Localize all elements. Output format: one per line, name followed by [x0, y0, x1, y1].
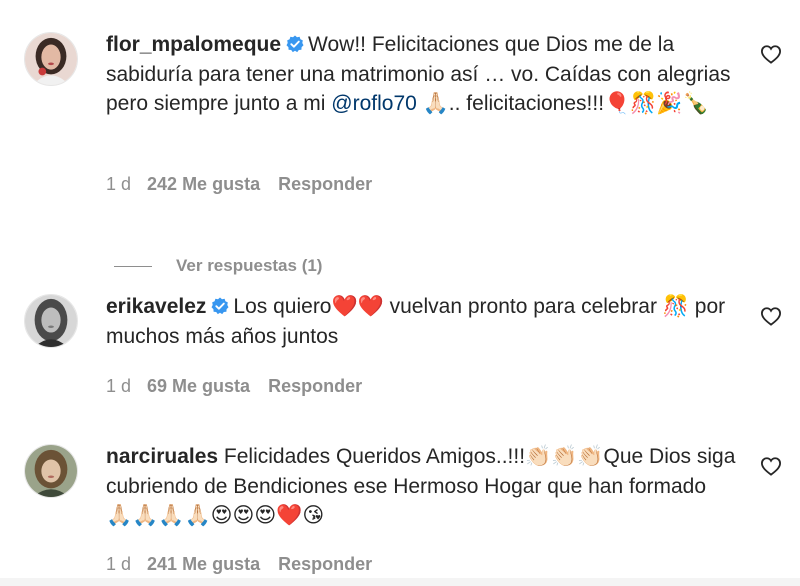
- verified-badge-icon: [211, 297, 229, 315]
- view-replies-label: Ver respuestas (1): [176, 256, 323, 275]
- heart-outline-icon: [760, 307, 782, 326]
- avatar[interactable]: [24, 444, 78, 498]
- like-button[interactable]: [760, 456, 782, 476]
- comment-meta: 1 d 241 Me gusta Responder: [106, 554, 390, 575]
- timestamp[interactable]: 1 d: [106, 376, 131, 396]
- heart-outline-icon: [760, 45, 782, 64]
- avatar[interactable]: [24, 294, 78, 348]
- reply-button[interactable]: Responder: [278, 554, 372, 574]
- view-replies-button[interactable]: Ver respuestas (1): [114, 256, 322, 276]
- comment-text-tail: 🙏🏻.. felicitaciones!!!🎈🎊🎉🍾: [422, 92, 709, 115]
- timestamp[interactable]: 1 d: [106, 554, 131, 574]
- username[interactable]: flor_mpalomeque: [106, 33, 281, 56]
- comment-body: flor_mpalomeque Wow!! Felicitaciones que …: [106, 30, 736, 119]
- comment-meta: 1 d 242 Me gusta Responder: [106, 174, 390, 195]
- comment-body: erikavelez Los quiero❤️❤️ vuelvan pronto …: [106, 292, 736, 351]
- replies-divider: [114, 266, 152, 268]
- comment-body: narciruales Felicidades Queridos Amigos.…: [106, 442, 736, 531]
- comments-list: flor_mpalomeque Wow!! Felicitaciones que …: [0, 0, 800, 586]
- reply-button[interactable]: Responder: [268, 376, 362, 396]
- avatar[interactable]: [24, 32, 78, 86]
- reply-button[interactable]: Responder: [278, 174, 372, 194]
- likes-count[interactable]: 242 Me gusta: [147, 174, 260, 194]
- username[interactable]: erikavelez: [106, 295, 206, 318]
- like-button[interactable]: [760, 306, 782, 326]
- mention-link[interactable]: @roflo70: [331, 92, 417, 115]
- timestamp[interactable]: 1 d: [106, 174, 131, 194]
- scroll-edge: [0, 578, 800, 586]
- heart-outline-icon: [760, 457, 782, 476]
- like-button[interactable]: [760, 44, 782, 64]
- username[interactable]: narciruales: [106, 445, 218, 468]
- likes-count[interactable]: 69 Me gusta: [147, 376, 250, 396]
- comment-meta: 1 d 69 Me gusta Responder: [106, 376, 380, 397]
- verified-badge-icon: [286, 35, 304, 53]
- likes-count[interactable]: 241 Me gusta: [147, 554, 260, 574]
